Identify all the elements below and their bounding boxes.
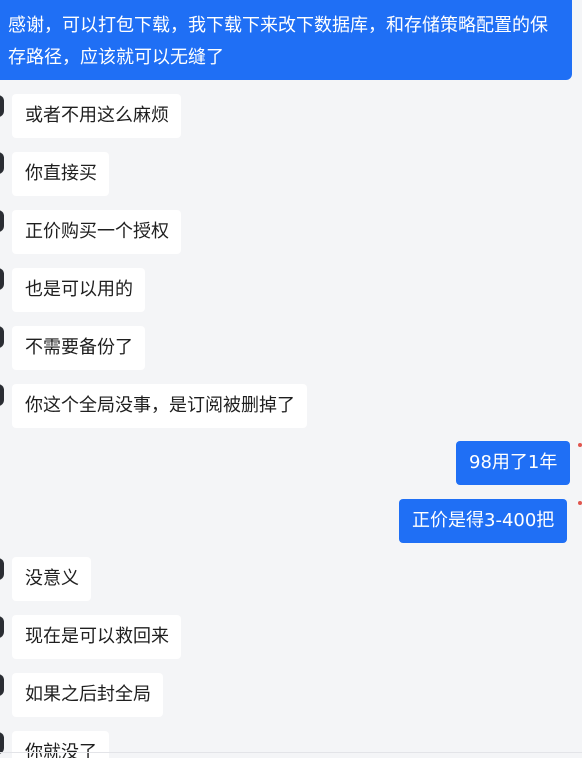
incoming-message[interactable]: 不需要备份了 [12,326,145,370]
incoming-message[interactable]: 没意义 [12,557,91,601]
incoming-message[interactable]: 你直接买 [12,152,109,196]
avatar[interactable] [0,674,4,696]
input-divider [0,752,582,753]
avatar[interactable] [0,326,4,348]
avatar[interactable] [0,95,4,117]
avatar[interactable] [0,268,4,290]
unread-dot-icon [578,443,582,447]
avatar[interactable] [0,558,4,580]
chat-message-area[interactable]: 感谢，可以打包下载，我下载下来改下数据库，和存储策略配置的保存路径，应该就可以无… [0,0,582,758]
outgoing-message[interactable]: 感谢，可以打包下载，我下载下来改下数据库，和存储策略配置的保存路径，应该就可以无… [0,0,572,80]
avatar[interactable] [0,152,4,174]
avatar[interactable] [0,384,4,406]
incoming-message[interactable]: 你就没了 [12,731,109,758]
incoming-message[interactable]: 或者不用这么麻烦 [12,94,181,138]
unread-dot-icon [578,501,582,505]
outgoing-message[interactable]: 正价是得3-400把 [399,499,568,543]
outgoing-message[interactable]: 98用了1年 [456,441,571,485]
avatar[interactable] [0,210,4,232]
incoming-message[interactable]: 如果之后封全局 [12,673,163,717]
avatar[interactable] [0,616,4,638]
incoming-message[interactable]: 现在是可以救回来 [12,615,181,659]
incoming-message[interactable]: 也是可以用的 [12,268,145,312]
avatar[interactable] [0,732,4,754]
incoming-message[interactable]: 正价购买一个授权 [12,210,181,254]
incoming-message[interactable]: 你这个全局没事，是订阅被删掉了 [12,384,307,428]
